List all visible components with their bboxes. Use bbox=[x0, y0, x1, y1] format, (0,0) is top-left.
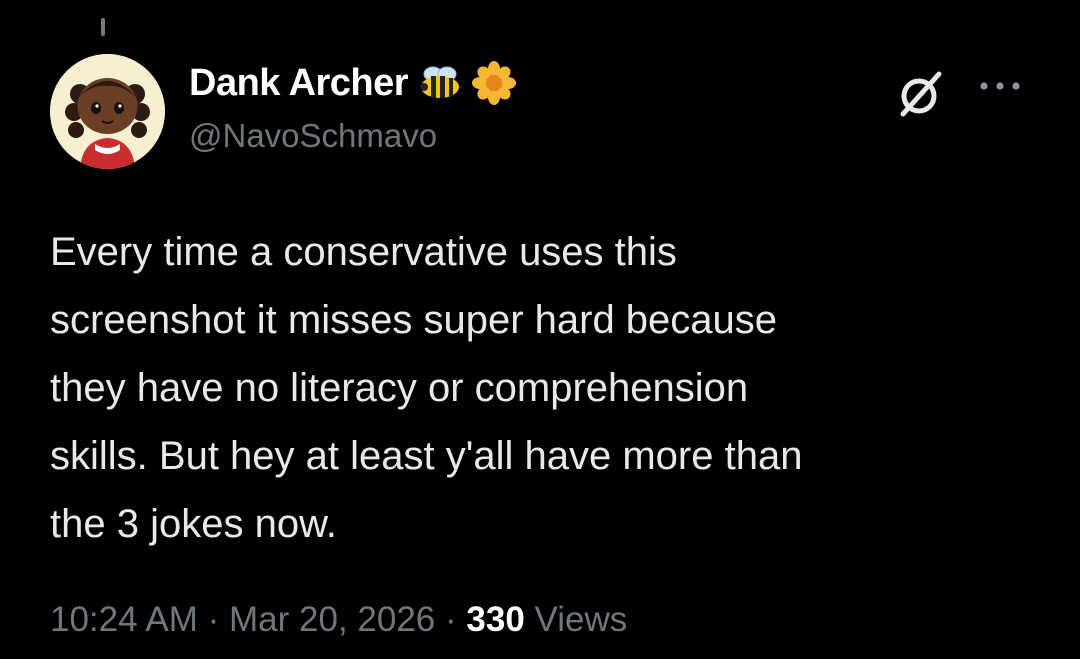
tweet-time[interactable]: 10:24 AM bbox=[50, 600, 198, 639]
grok-icon[interactable] bbox=[895, 68, 947, 120]
meta-separator: · bbox=[445, 600, 457, 639]
bee-emoji-icon bbox=[418, 61, 463, 105]
blossom-emoji-icon bbox=[472, 61, 517, 105]
author-name-row: Dank Archer bbox=[189, 58, 517, 108]
author-display-name[interactable]: Dank Archer bbox=[189, 62, 409, 105]
views-count[interactable]: 330 bbox=[466, 600, 524, 639]
author-avatar[interactable] bbox=[50, 54, 165, 169]
tweet-meta-row: 10:24 AM · Mar 20, 2026 · 330 Views bbox=[50, 600, 627, 640]
tweet-text-line: screenshot it misses super hard because bbox=[50, 298, 778, 342]
meta-separator: · bbox=[207, 600, 220, 639]
tweet-text-line: they have no literacy or comprehension bbox=[50, 366, 749, 410]
thread-connector-line bbox=[101, 18, 105, 36]
tweet-text-line: the 3 jokes now. bbox=[50, 502, 337, 546]
tweet-date[interactable]: Mar 20, 2026 bbox=[229, 600, 435, 639]
tweet-text: Every time a conservative uses this scre… bbox=[50, 218, 1050, 558]
avatar-image bbox=[50, 54, 165, 169]
tweet-text-line: skills. But hey at least y'all have more… bbox=[50, 434, 803, 478]
tweet-text-line: Every time a conservative uses this bbox=[50, 230, 677, 274]
views-label: Views bbox=[534, 600, 628, 639]
author-handle[interactable]: @NavoSchmavo bbox=[189, 117, 437, 155]
more-options-icon[interactable] bbox=[970, 66, 1030, 106]
